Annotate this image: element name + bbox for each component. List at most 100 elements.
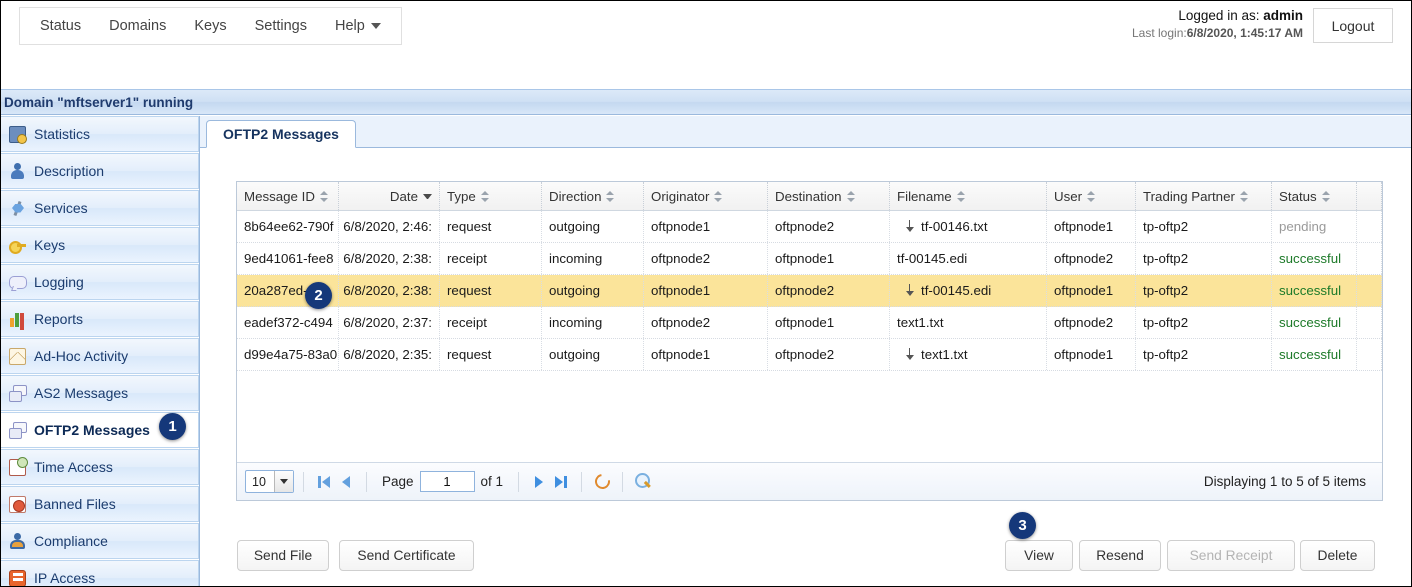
menu-item-help[interactable]: Help: [321, 11, 395, 41]
logged-in-username: admin: [1263, 8, 1303, 23]
menu-item-status[interactable]: Status: [26, 11, 95, 41]
table-row[interactable]: 20a287ed- 6/8/2020, 2:38: request outgoing o…: [237, 275, 1382, 307]
cell-text: outgoing: [549, 283, 601, 298]
body-area: Statistics Description Services Keys Logging…: [1, 116, 1411, 586]
column-header-user[interactable]: User: [1047, 182, 1136, 210]
cell-filename: text1.txt: [890, 339, 1047, 370]
menu-item-label: Status: [40, 18, 82, 34]
cell-destination: oftpnode2: [768, 275, 890, 306]
sidebar-item-statistics[interactable]: Statistics: [1, 116, 199, 152]
cell-trading-partner: tp-oftp2: [1136, 243, 1272, 274]
send-file-button[interactable]: Send File: [237, 540, 329, 571]
download-icon[interactable]: [904, 284, 915, 297]
cell-originator: oftpnode2: [644, 307, 768, 338]
search-icon[interactable]: [632, 471, 654, 493]
menu-item-settings[interactable]: Settings: [241, 11, 321, 41]
cell-text: outgoing: [549, 347, 601, 362]
download-icon[interactable]: [904, 220, 915, 233]
column-header-date[interactable]: Date: [339, 182, 440, 210]
cell-text: request: [447, 347, 492, 362]
column-header-spacer: [1357, 182, 1382, 210]
cell-type: request: [440, 275, 542, 306]
column-header-direction[interactable]: Direction: [542, 182, 644, 210]
page-number-input[interactable]: 1: [419, 471, 475, 492]
cell-status: successful: [1272, 307, 1357, 338]
statistics-icon: [9, 125, 27, 144]
logged-in-line: Logged in as: admin: [1132, 7, 1303, 25]
resend-button[interactable]: Resend: [1079, 540, 1161, 571]
column-header-filename[interactable]: Filename: [890, 182, 1047, 210]
menu-item-keys[interactable]: Keys: [180, 11, 240, 41]
pager-divider: [622, 471, 624, 492]
column-header-message-id[interactable]: Message ID: [237, 182, 339, 210]
cell-text: incoming: [549, 315, 603, 330]
table-row[interactable]: eadef372-c494 6/8/2020, 2:37: receipt incom…: [237, 307, 1382, 339]
application-window: Status Domains Keys Settings Help Logged in …: [0, 0, 1412, 587]
cell-text: tf-00145.edi: [921, 283, 992, 298]
cell-filename: text1.txt: [890, 307, 1047, 338]
chevron-down-icon: [370, 23, 381, 29]
column-header-type[interactable]: Type: [440, 182, 542, 210]
sidebar-item-label: Statistics: [34, 126, 91, 142]
column-header-originator[interactable]: Originator: [644, 182, 768, 210]
sidebar-item-ip-access[interactable]: IP Access: [1, 560, 199, 586]
cell-direction: outgoing: [542, 211, 644, 242]
cell-type: receipt: [440, 243, 542, 274]
send-certificate-button[interactable]: Send Certificate: [339, 540, 474, 571]
column-header-label: Originator: [651, 188, 710, 204]
tab-oftp2-messages[interactable]: OFTP2 Messages: [206, 120, 356, 148]
button-label: Resend: [1096, 548, 1144, 563]
page-total-label: of 1: [480, 474, 504, 489]
sidebar-item-as2-messages[interactable]: AS2 Messages: [1, 375, 199, 411]
cell-trading-partner: tp-oftp2: [1136, 307, 1272, 338]
next-page-icon[interactable]: [528, 471, 550, 493]
sidebar-item-label: IP Access: [34, 570, 96, 586]
cell-text: oftpnode1: [651, 219, 711, 234]
sidebar-item-keys[interactable]: Keys: [1, 227, 199, 263]
last-page-icon[interactable]: [550, 471, 572, 493]
table-row[interactable]: d99e4a75-83a0 6/8/2020, 2:35: request outgo…: [237, 339, 1382, 371]
button-label: Send Receipt: [1189, 548, 1273, 563]
sidebar-item-label: Keys: [34, 237, 66, 253]
sidebar-item-time-access[interactable]: Time Access: [1, 449, 199, 485]
sidebar-item-ad-hoc-activity[interactable]: Ad-Hoc Activity: [1, 338, 199, 374]
page-size-select[interactable]: 10: [245, 470, 294, 493]
menu-item-label: Keys: [194, 18, 227, 34]
column-header-destination[interactable]: Destination: [768, 182, 890, 210]
previous-page-icon[interactable]: [335, 471, 357, 493]
sidebar-item-description[interactable]: Description: [1, 153, 199, 189]
sidebar-item-logging[interactable]: Logging: [1, 264, 199, 300]
tab-strip: OFTP2 Messages: [200, 120, 1411, 148]
delete-button[interactable]: Delete: [1300, 540, 1375, 571]
cell-text: successful: [1279, 315, 1342, 330]
sidebar-item-banned-files[interactable]: Banned Files: [1, 486, 199, 522]
main-menu-bar: Status Domains Keys Settings Help: [19, 7, 402, 45]
sidebar-item-services[interactable]: Services: [1, 190, 199, 226]
view-button[interactable]: View: [1005, 540, 1073, 571]
cell-text: successful: [1279, 283, 1342, 298]
table-row[interactable]: 9ed41061-fee8 6/8/2020, 2:38: receipt incom…: [237, 243, 1382, 275]
annotation-badge-2: 2: [305, 282, 332, 309]
cell-text: tf-00146.txt: [921, 219, 988, 234]
first-page-icon[interactable]: [313, 471, 335, 493]
column-header-status[interactable]: Status: [1272, 182, 1357, 210]
cell-text: tp-oftp2: [1143, 315, 1189, 330]
download-icon[interactable]: [904, 348, 915, 361]
table-row[interactable]: 8b64ee62-790f 6/8/2020, 2:46: request outgo…: [237, 211, 1382, 243]
refresh-icon[interactable]: [591, 471, 613, 493]
cell-text: oftpnode2: [775, 219, 835, 234]
cell-message-id: eadef372-c494: [237, 307, 339, 338]
sidebar-item-label: Banned Files: [34, 496, 116, 512]
sidebar-item-reports[interactable]: Reports: [1, 301, 199, 337]
sidebar-item-compliance[interactable]: Compliance: [1, 523, 199, 559]
cell-spacer: [1357, 211, 1382, 242]
reports-icon: [9, 311, 26, 328]
cell-text: oftpnode1: [1054, 219, 1114, 234]
column-header-trading-partner[interactable]: Trading Partner: [1136, 182, 1272, 210]
cell-destination: oftpnode1: [768, 307, 890, 338]
grid-pager: 10 Page 1 of 1 Displaying 1 to 5 of 5 it…: [237, 462, 1382, 500]
logout-button[interactable]: Logout: [1313, 8, 1393, 43]
cell-message-id: d99e4a75-83a0: [237, 339, 339, 370]
menu-item-domains[interactable]: Domains: [95, 11, 180, 41]
ip-access-icon: [9, 569, 26, 586]
